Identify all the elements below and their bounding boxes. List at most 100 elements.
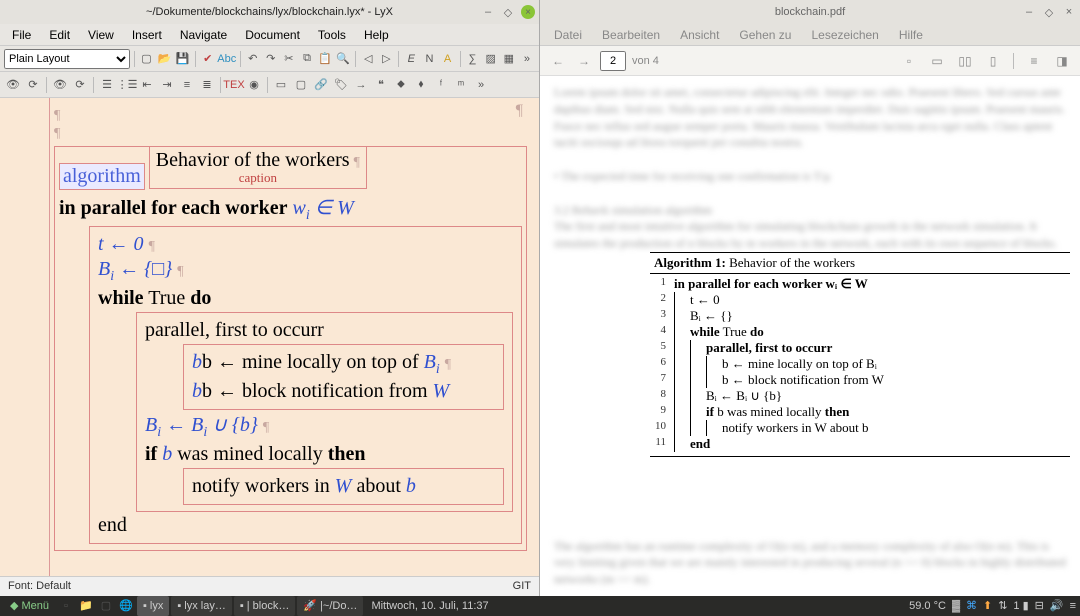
tray-more-icon[interactable]: ≡	[1070, 600, 1076, 612]
cut-icon[interactable]: ✂	[281, 50, 297, 68]
undo-icon[interactable]: ↶	[245, 50, 261, 68]
temp-indicator[interactable]: 59.0 °C	[909, 600, 946, 612]
bullet-icon[interactable]: ☰	[98, 76, 116, 94]
update-icon[interactable]: ⟳	[24, 76, 42, 94]
depth-dec-icon[interactable]: ≡	[178, 76, 196, 94]
updates-icon[interactable]: ⬆	[983, 599, 992, 612]
menu-gehenzu[interactable]: Gehen zu	[731, 26, 799, 44]
label-icon[interactable]: 🏷	[332, 76, 350, 94]
float-type-label[interactable]: algorithm	[59, 163, 145, 190]
copy-icon[interactable]: ⧉	[299, 50, 315, 68]
menu-navigate[interactable]: Navigate	[172, 26, 235, 44]
settings-icon[interactable]: ≡	[1024, 51, 1044, 71]
disk-icon[interactable]: ⊟	[1035, 599, 1044, 612]
menu-datei[interactable]: Datei	[546, 26, 590, 44]
menu-tools[interactable]: Tools	[310, 26, 354, 44]
menu-view[interactable]: View	[80, 26, 122, 44]
open-icon[interactable]: 📂	[157, 50, 173, 68]
menu-help[interactable]: Help	[356, 26, 397, 44]
task-block[interactable]: ▪ | block…	[234, 596, 296, 616]
paragraph-style-select[interactable]: Plain Layout	[4, 49, 130, 69]
outdent-icon[interactable]: ⇤	[138, 76, 156, 94]
noun-icon[interactable]: N	[421, 50, 437, 68]
maximize-icon[interactable]: ◇	[501, 5, 515, 19]
taskbar-datetime[interactable]: Mittwoch, 10. Juli, 11:37	[371, 600, 488, 612]
more-icon[interactable]: »	[472, 76, 490, 94]
fit-page-icon[interactable]: ▫	[899, 51, 919, 71]
algorithm-float[interactable]: ¶ algorithm Behavior of the workers ¶ ca…	[54, 146, 527, 551]
menu-hilfe[interactable]: Hilfe	[891, 26, 931, 44]
apply-icon[interactable]: A	[440, 50, 456, 68]
box-icon[interactable]: ▢	[292, 76, 310, 94]
redo-icon[interactable]: ↷	[263, 50, 279, 68]
fit-width-icon[interactable]: ▭	[927, 51, 947, 71]
depth-inc-icon[interactable]: ≣	[198, 76, 216, 94]
next-page-icon[interactable]: →	[574, 51, 594, 71]
dual-page-icon[interactable]: ▯▯	[955, 51, 975, 71]
preview-icon[interactable]: ◉	[245, 76, 263, 94]
minimize-icon[interactable]: –	[1022, 5, 1036, 19]
marginnote-icon[interactable]: ᵐ	[452, 76, 470, 94]
lyx-titlebar[interactable]: ~/Dokumente/blockchains/lyx/blockchain.l…	[0, 0, 539, 24]
task-doc[interactable]: 🚀 |~/Do…	[297, 596, 363, 616]
note-icon[interactable]: ▭	[272, 76, 290, 94]
footnote-icon[interactable]: ᶠ	[432, 76, 450, 94]
save-icon[interactable]: 💾	[175, 50, 191, 68]
files-icon[interactable]: 📁	[77, 597, 95, 615]
menu-edit[interactable]: Edit	[41, 26, 78, 44]
new-doc-icon[interactable]: ▢	[138, 50, 154, 68]
graphics-icon[interactable]: ▨	[483, 50, 499, 68]
nav-back-icon[interactable]: ◁	[360, 50, 376, 68]
table-icon[interactable]: ▦	[501, 50, 517, 68]
view-icon[interactable]: 👁	[4, 76, 22, 94]
index-icon[interactable]: ⬥	[392, 76, 410, 94]
close-icon[interactable]: ×	[1062, 5, 1076, 19]
math-icon[interactable]: ∑	[465, 50, 481, 68]
task-lyx[interactable]: ▪ lyx	[137, 596, 169, 616]
show-desktop-icon[interactable]: ▫	[57, 597, 75, 615]
menu-bearbeiten[interactable]: Bearbeiten	[594, 26, 668, 44]
more-icon[interactable]: »	[519, 50, 535, 68]
menu-lesezeichen[interactable]: Lesezeichen	[803, 26, 886, 44]
close-icon[interactable]: ×	[521, 5, 535, 19]
start-menu-button[interactable]: ◆ Menü	[4, 596, 55, 616]
enum-icon[interactable]: ⋮☰	[118, 76, 136, 94]
task-lyxlay[interactable]: ▪ lyx lay…	[171, 596, 231, 616]
cite-icon[interactable]: ❝	[372, 76, 390, 94]
prev-page-icon[interactable]: ←	[548, 51, 568, 71]
lyx-editor[interactable]: ¶ ¶ ¶ algorithm Behavior of the workers …	[0, 98, 539, 576]
update-master-icon[interactable]: ⟳	[71, 76, 89, 94]
view-master-icon[interactable]: 👁	[51, 76, 69, 94]
minimize-icon[interactable]: –	[481, 5, 495, 19]
bluetooth-icon[interactable]: ⌘	[966, 599, 977, 612]
menu-file[interactable]: File	[4, 26, 39, 44]
network-icon[interactable]: ⇅	[998, 599, 1007, 612]
ert-icon[interactable]: TEX	[225, 76, 243, 94]
pdf-titlebar[interactable]: blockchain.pdf – ◇ ×	[540, 0, 1080, 24]
indent-icon[interactable]: ⇥	[158, 76, 176, 94]
find-icon[interactable]: 🔍	[335, 50, 351, 68]
terminal-icon[interactable]: ▢	[97, 597, 115, 615]
lyx-window: ~/Dokumente/blockchains/lyx/blockchain.l…	[0, 0, 540, 596]
spellcheck2-icon[interactable]: Abc	[218, 50, 236, 68]
nav-fwd-icon[interactable]: ▷	[378, 50, 394, 68]
ref-icon[interactable]: →	[352, 76, 370, 94]
menu-insert[interactable]: Insert	[124, 26, 170, 44]
browser-icon[interactable]: 🌐	[117, 597, 135, 615]
emph-icon[interactable]: E	[403, 50, 419, 68]
menu-document[interactable]: Document	[237, 26, 308, 44]
paste-icon[interactable]: 📋	[317, 50, 333, 68]
caption-inset[interactable]: Behavior of the workers ¶ caption	[149, 147, 367, 189]
battery-icon[interactable]: 1 ▮	[1013, 599, 1028, 612]
nomencl-icon[interactable]: ⬧	[412, 76, 430, 94]
sidebar-icon[interactable]: ◨	[1052, 51, 1072, 71]
spellcheck-icon[interactable]: ✔	[200, 50, 216, 68]
volume-icon[interactable]: 🔊	[1050, 599, 1064, 612]
maximize-icon[interactable]: ◇	[1042, 5, 1056, 19]
link-icon[interactable]: 🔗	[312, 76, 330, 94]
page-number-input[interactable]	[600, 51, 626, 71]
pdf-page[interactable]: Lorem ipsum dolor sit amet, consectetur …	[540, 76, 1080, 596]
cpu-icon[interactable]: ▓	[952, 600, 960, 612]
continuous-icon[interactable]: ▯	[983, 51, 1003, 71]
menu-ansicht[interactable]: Ansicht	[672, 26, 727, 44]
